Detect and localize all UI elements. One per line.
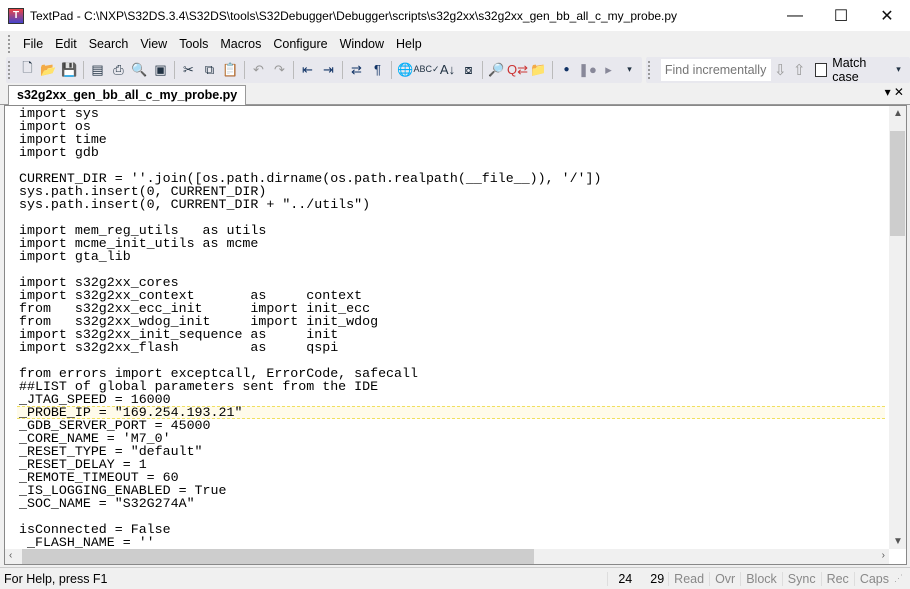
code-line[interactable]: _SOC_NAME = "S32G274A" [19,497,885,510]
status-line-number: 24 [607,571,636,586]
status-block: Block [740,571,782,586]
replace-icon[interactable]: Q⇄ [507,59,528,80]
record-macro-icon[interactable]: ● [556,59,577,80]
cut-icon[interactable]: ✂ [178,59,199,80]
status-rec: Rec [820,571,854,586]
separator [482,60,483,79]
match-case-label: Match case [832,55,867,84]
print-preview-icon[interactable]: 🔍 [129,59,150,80]
scroll-up-icon[interactable]: ▲ [893,108,903,119]
status-ovr: Ovr [709,571,740,586]
code-line[interactable]: import time [19,133,885,146]
menu-bar: File Edit Search View Tools Macros Confi… [0,31,910,56]
new-file-icon[interactable]: 🗋 [17,59,38,80]
document-properties-icon[interactable]: ▣ [150,59,171,80]
checkbox-box[interactable] [814,62,828,77]
spelling-icon[interactable]: ABC✓ [413,59,439,80]
compare-icon[interactable]: ⧇ [458,59,479,80]
match-case-checkbox[interactable]: Match case [814,55,890,84]
horizontal-scrollbar[interactable]: ‹ › [5,549,889,564]
menu-search[interactable]: Search [83,37,135,51]
standard-toolbar: 🗋 📂 💾 ▤ ⎙ 🔍 ▣ ✂ ⧉ 📋 ↶ ↷ ⇤ ⇥ ⇄ ¶ 🌐 ABC✓ A… [6,56,642,83]
code-line[interactable]: _RESET_TYPE = "default" [19,445,885,458]
status-sync: Sync [781,571,821,586]
toolbar: 🗋 📂 💾 ▤ ⎙ 🔍 ▣ ✂ ⧉ 📋 ↶ ↷ ⇤ ⇥ ⇄ ¶ 🌐 ABC✓ A… [0,55,910,84]
paragraph-icon[interactable]: ¶ [367,59,388,80]
pause-macro-icon[interactable]: ❚● [577,59,598,80]
separator [342,60,343,79]
status-caps: Caps [853,571,894,586]
paste-icon[interactable]: 📋 [220,59,241,80]
scroll-down-icon[interactable]: ▼ [893,536,903,547]
status-column-number: 29 [650,571,665,586]
code-line[interactable]: import s32g2xx_flash as qspi [19,341,885,354]
menu-view[interactable]: View [134,37,173,51]
separator [552,60,553,79]
document-tab-bar: s32g2xx_gen_bb_all_c_my_probe.py ▾ ✕ [0,83,910,106]
toolbar-overflow-icon[interactable]: ▾ [889,59,908,80]
maximize-button[interactable]: ☐ [818,0,864,31]
toolbar-overflow-icon[interactable]: ▾ [619,59,640,80]
menu-configure[interactable]: Configure [267,37,333,51]
code-text[interactable]: import sys import os import time import gdb… [17,107,885,549]
tab-s32g2xx-probe-py[interactable]: s32g2xx_gen_bb_all_c_my_probe.py [8,85,247,106]
code-line[interactable]: import gdb [19,146,885,159]
toolbar-grip[interactable] [648,60,651,79]
code-line[interactable]: sys.path.insert(0, CURRENT_DIR + "../uti… [19,198,885,211]
menu-edit[interactable]: Edit [49,37,83,51]
menu-help[interactable]: Help [390,37,428,51]
sort-icon[interactable]: A↓ [437,59,458,80]
indent-icon[interactable]: ⇥ [318,59,339,80]
find-icon[interactable]: 🔎 [486,59,507,80]
code-line[interactable]: import mcme_init_utils as mcme [19,237,885,250]
separator [244,60,245,79]
minimize-button[interactable]: — [772,0,818,31]
close-button[interactable]: ✕ [864,0,910,31]
status-read: Read [668,571,709,586]
separator [293,60,294,79]
horizontal-scroll-thumb[interactable] [22,549,534,564]
menu-tools[interactable]: Tools [173,37,214,51]
window-title: TextPad - C:\NXP\S32DS.3.4\S32DS\tools\S… [30,8,678,23]
separator [83,60,84,79]
code-editor[interactable]: import sys import os import time import gdb… [4,105,907,565]
resize-grip-icon[interactable]: ⋰ [894,573,910,584]
save-icon[interactable]: 💾 [59,59,80,80]
vertical-scrollbar[interactable]: ▲ ▼ [889,106,906,549]
separator [391,60,392,79]
separator [174,60,175,79]
menubar-grip[interactable] [8,34,11,53]
word-wrap-icon[interactable]: ⇄ [346,59,367,80]
vertical-scroll-thumb[interactable] [890,131,905,236]
find-previous-up-icon[interactable]: ⇧ [790,59,809,80]
undo-icon[interactable]: ↶ [248,59,269,80]
status-bar: For Help, press F1 24 29 Read Ovr Block … [0,567,910,589]
scroll-left-icon[interactable]: ‹ [9,550,12,561]
code-line[interactable]: import sys [19,107,885,120]
search-toolbar: ⇩ ⇧ Match case ▾ [646,55,910,84]
find-in-files-icon[interactable]: 📁 [528,59,549,80]
textpad-app-icon: T [8,7,24,24]
find-next-down-icon[interactable]: ⇩ [771,59,790,80]
tab-controls[interactable]: ▾ ✕ [885,85,904,99]
code-line[interactable]: import os [19,120,885,133]
redo-icon[interactable]: ↷ [269,59,290,80]
code-line[interactable]: import gta_lib [19,250,885,263]
status-help-text: For Help, press F1 [4,571,108,586]
outdent-icon[interactable]: ⇤ [297,59,318,80]
print-icon[interactable]: ⎙ [108,59,129,80]
copy-icon[interactable]: ⧉ [199,59,220,80]
menu-window[interactable]: Window [334,37,390,51]
toolbar-grip[interactable] [8,60,11,79]
title-bar: T TextPad - C:\NXP\S32DS.3.4\S32DS\tools… [0,0,910,31]
menu-macros[interactable]: Macros [214,37,267,51]
menu-file[interactable]: File [17,37,49,51]
scroll-right-icon[interactable]: › [882,550,885,561]
save-all-icon[interactable]: ▤ [87,59,108,80]
play-macro-icon[interactable]: ▸ [598,59,619,80]
open-folder-icon[interactable]: 📂 [38,59,59,80]
code-line[interactable]: _FLASH_NAME = '' [19,536,885,549]
find-incrementally-input[interactable] [660,58,771,81]
